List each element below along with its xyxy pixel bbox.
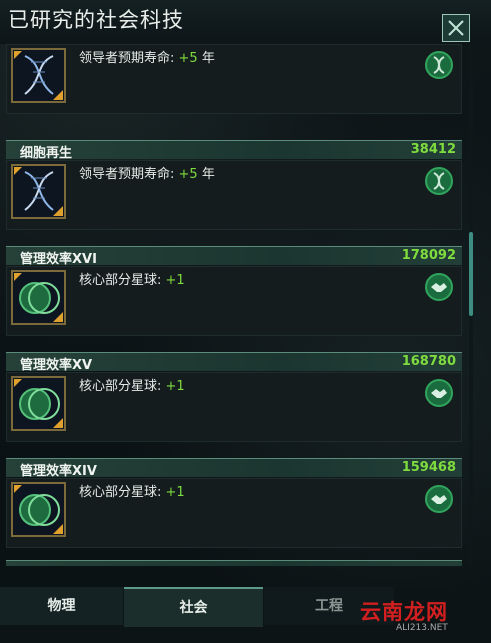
tech-effect: 核心部分星球: +1 xyxy=(79,481,185,500)
handshake-icon xyxy=(425,379,453,407)
tech-card-body: 核心部分星球: +1 xyxy=(6,266,462,336)
handshake-icon xyxy=(425,273,453,301)
watermark-sub: ALI213.NET xyxy=(396,623,448,633)
tech-card-header: 管理效率XVI 178092 xyxy=(6,246,462,267)
effect-label: 核心部分星球: xyxy=(79,379,162,394)
dna-icon xyxy=(11,48,66,103)
close-button[interactable] xyxy=(442,14,470,42)
tech-cost: 178092 xyxy=(401,248,456,263)
effect-label: 核心部分星球: xyxy=(79,485,162,500)
tech-card-body: 领导者预期寿命: +5 年 xyxy=(6,160,462,230)
tech-card-header: 管理效率XIV 159468 xyxy=(6,458,462,479)
watermark-logo: 云南龙网 xyxy=(360,600,448,624)
tab-society[interactable]: 社会 xyxy=(124,587,263,627)
effect-unit: 年 xyxy=(201,51,215,66)
tech-title: 管理效率XVI xyxy=(20,252,97,267)
effect-label: 领导者预期寿命: xyxy=(79,167,175,182)
planet-icon xyxy=(11,376,66,431)
tech-list[interactable]: 领导者预期寿命: +5 年 细胞再生 38412 领导者预期寿命: +5 年 管… xyxy=(6,44,462,566)
tech-effect: 核心部分星球: +1 xyxy=(79,375,185,394)
tech-card-body: 核心部分星球: +1 xyxy=(6,478,462,548)
effect-value: +1 xyxy=(165,485,185,500)
close-icon xyxy=(448,20,464,36)
tech-card-body: 领导者预期寿命: +5 年 xyxy=(6,44,462,114)
effect-value: +1 xyxy=(165,273,185,288)
tech-effect: 领导者预期寿命: +5 年 xyxy=(79,47,215,66)
tech-cost: 38412 xyxy=(410,142,456,157)
effect-value: +5 xyxy=(178,51,198,66)
tech-title: 管理效率XV xyxy=(20,358,93,373)
planet-icon xyxy=(11,270,66,325)
effect-label: 核心部分星球: xyxy=(79,273,162,288)
tech-title: 管理效率XIV xyxy=(20,464,97,479)
dna-icon xyxy=(11,164,66,219)
effect-unit: 年 xyxy=(201,167,215,182)
effect-value: +5 xyxy=(178,167,198,182)
window-header: 已研究的社会科技 xyxy=(0,0,491,44)
tech-card-header: 管理效率XV 168780 xyxy=(6,352,462,373)
scrollbar-thumb[interactable] xyxy=(469,232,473,316)
tech-card-body: 核心部分星球: +1 xyxy=(6,372,462,442)
biology-icon xyxy=(425,167,453,195)
tech-effect: 领导者预期寿命: +5 年 xyxy=(79,163,215,182)
handshake-icon xyxy=(425,485,453,513)
biology-icon xyxy=(425,51,453,79)
tech-cost: 159468 xyxy=(401,460,456,475)
tech-card-header: 细胞再生 38412 xyxy=(6,140,462,161)
tech-cost: 168780 xyxy=(401,354,456,369)
effect-label: 领导者预期寿命: xyxy=(79,51,175,66)
effect-value: +1 xyxy=(165,379,185,394)
window-title: 已研究的社会科技 xyxy=(8,8,184,32)
tech-title: 细胞再生 xyxy=(20,146,73,161)
tech-card-header xyxy=(6,560,462,566)
tab-physics[interactable]: 物理 xyxy=(0,587,123,625)
tech-effect: 核心部分星球: +1 xyxy=(79,269,185,288)
planet-icon xyxy=(11,482,66,537)
